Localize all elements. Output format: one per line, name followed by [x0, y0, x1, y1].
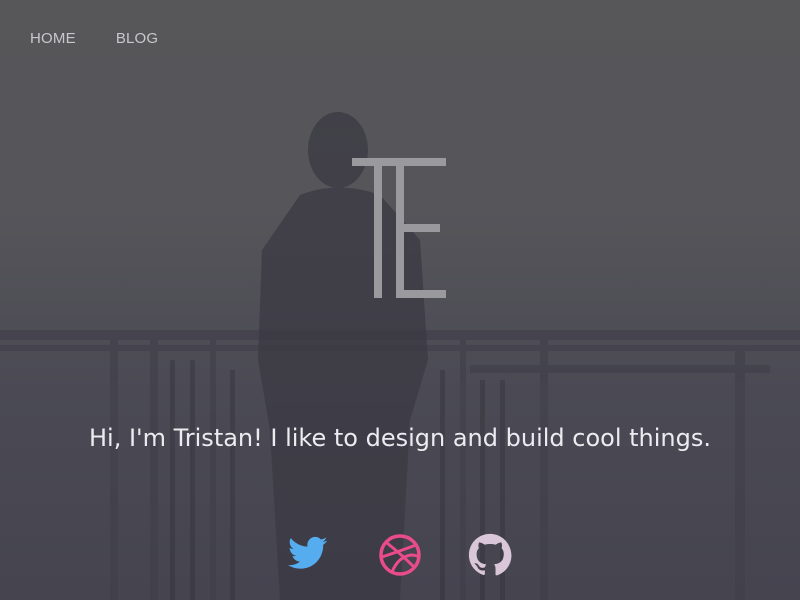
social-links	[0, 533, 800, 577]
github-link[interactable]	[468, 533, 512, 577]
dribbble-icon	[379, 534, 421, 576]
twitter-icon	[288, 536, 328, 569]
background-photo	[0, 112, 800, 600]
nav-blog-link[interactable]: BLOG	[116, 30, 158, 47]
te-logo	[352, 158, 446, 298]
hero-tagline: Hi, I'm Tristan! I like to design and bu…	[88, 424, 711, 453]
twitter-link[interactable]	[288, 533, 332, 577]
hero-page: HOME BLOG Hi, I'm Tristan! I like to des…	[0, 0, 800, 600]
nav-home-link[interactable]: HOME	[30, 30, 76, 47]
github-icon	[468, 533, 512, 576]
main-nav: HOME BLOG	[30, 30, 158, 47]
dribbble-link[interactable]	[378, 533, 422, 577]
